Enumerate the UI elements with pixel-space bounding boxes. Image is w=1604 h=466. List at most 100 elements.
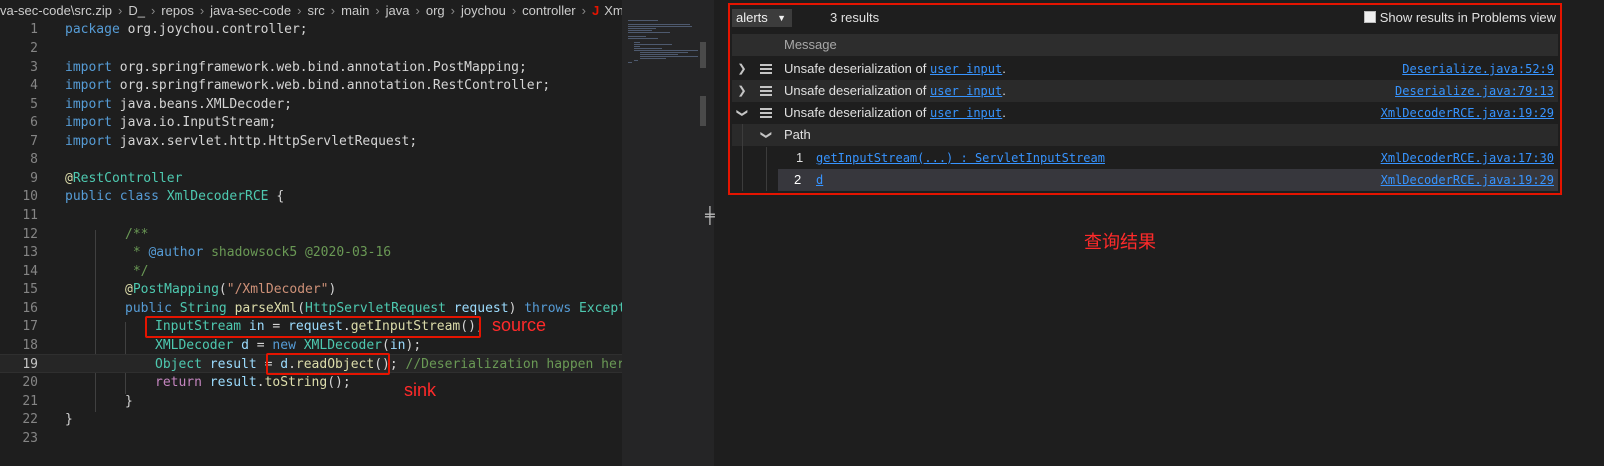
alert-message-text: Unsafe deserialization of: [784, 105, 930, 120]
alert-location-link[interactable]: Deserialize.java:52:9: [1402, 58, 1554, 80]
breadcrumb-item[interactable]: java: [386, 0, 410, 21]
breadcrumb-file[interactable]: XmlDecoderRCE.java: [604, 0, 622, 21]
breadcrumb-item[interactable]: va-sec-code\src.zip: [0, 0, 112, 21]
code-token: Exception: [579, 301, 622, 316]
breadcrumb-item[interactable]: D_: [128, 0, 145, 21]
alert-source-link[interactable]: user input: [930, 84, 1002, 98]
breadcrumb-item[interactable]: java-sec-code: [210, 0, 291, 21]
minimap-line: [628, 32, 670, 33]
breadcrumb-item[interactable]: org: [426, 0, 445, 21]
alert-source-link[interactable]: user input: [930, 106, 1002, 120]
alert-row[interactable]: ❯ Unsafe deserialization of user input. …: [732, 102, 1558, 124]
path-step-link[interactable]: getInputStream(...) : ServletInputStream: [816, 151, 1105, 165]
chevron-right-icon: ›: [581, 3, 586, 18]
code-line: 2: [0, 39, 622, 58]
path-step-number: 2: [794, 172, 802, 187]
path-row[interactable]: ❯ Path: [732, 124, 1558, 146]
chevron-right-icon: ›: [117, 3, 123, 18]
alert-message: Unsafe deserialization of user input.: [784, 58, 1006, 80]
sink-annotation: sink: [404, 380, 437, 400]
path-step-location-link[interactable]: XmlDecoderRCE.java:17:30: [1381, 147, 1554, 169]
alert-row[interactable]: ❯ Unsafe deserialization of user input. …: [732, 80, 1558, 102]
code-token: }: [125, 394, 133, 409]
column-header-message: Message: [784, 37, 837, 52]
line-number: 2: [30, 41, 38, 56]
path-step-row[interactable]: 1 getInputStream(...) : ServletInputStre…: [732, 147, 1558, 169]
breadcrumb-item[interactable]: main: [341, 0, 369, 21]
minimap-line: [640, 52, 688, 53]
scrollbar-thumb[interactable]: [700, 42, 706, 68]
path-step-location-link[interactable]: XmlDecoderRCE.java:19:29: [1381, 169, 1554, 191]
source-annotation: source: [492, 315, 547, 335]
code-token: .: [256, 375, 265, 390]
breadcrumb-item[interactable]: controller: [522, 0, 575, 21]
code-token: ): [508, 301, 525, 316]
code-token: @author: [148, 245, 204, 260]
code-token: import: [65, 60, 112, 75]
code-token: toString: [264, 375, 328, 390]
alert-message: Unsafe deserialization of user input.: [784, 80, 1006, 102]
path-step-link[interactable]: d: [816, 173, 823, 187]
checkbox[interactable]: [1363, 11, 1376, 23]
path-step-message: getInputStream(...) : ServletInputStream: [816, 147, 1105, 169]
minimap-line: [628, 30, 652, 31]
alert-message: Unsafe deserialization of user input.: [784, 102, 1006, 124]
chevron-right-icon[interactable]: ❯: [736, 58, 748, 80]
minimap-line: [628, 24, 690, 25]
code-line: 23: [0, 429, 622, 448]
code-line: 12 /**: [0, 225, 622, 244]
code-token: result: [209, 375, 257, 390]
minimap-line: [634, 42, 640, 43]
chevron-right-icon: ›: [415, 3, 420, 18]
code-editor[interactable]: va-sec-code\src.zip › D_ › repos › java-sec-co…: [0, 0, 622, 466]
code-line: 13 * @author shadowsock5 @2020-03-16: [0, 243, 622, 262]
chevron-down-icon[interactable]: ❯: [755, 129, 777, 141]
code-line: 9 @RestController: [0, 169, 622, 188]
line-number: 15: [22, 282, 38, 297]
code-token: XMLDecoder: [155, 338, 234, 353]
scrollbar-thumb[interactable]: [700, 96, 706, 126]
alert-source-link[interactable]: user input: [930, 62, 1002, 76]
code-token: request: [453, 301, 509, 316]
caret-down-icon: ▼: [777, 13, 786, 23]
alert-row[interactable]: ❯ Unsafe deserialization of user input. …: [732, 58, 1558, 80]
line-number: 18: [22, 338, 38, 353]
line-number: 6: [30, 115, 38, 130]
code-line: 11: [0, 206, 622, 225]
breadcrumb-item[interactable]: joychou: [461, 0, 506, 21]
code-line: 15 @PostMapping("/XmlDecoder"): [0, 280, 622, 299]
line-number: 1: [30, 22, 38, 37]
code-line: 5 import java.beans.XMLDecoder;: [0, 95, 622, 114]
breadcrumb-item[interactable]: src: [307, 0, 324, 21]
alert-location-link[interactable]: XmlDecoderRCE.java:19:29: [1381, 102, 1554, 124]
alert-message-text: .: [1002, 83, 1006, 98]
code-token: org.springframework.web.bind.annotation.…: [111, 60, 527, 75]
chevron-down-icon[interactable]: ❯: [731, 107, 753, 119]
minimap[interactable]: [622, 0, 714, 466]
path-step-row-selected[interactable]: 2 d XmlDecoderRCE.java:19:29: [778, 169, 1558, 191]
query-results-panel: alerts ▼ 3 results Show results in Probl…: [728, 3, 1562, 195]
line-number: 23: [22, 431, 38, 446]
breadcrumb-item[interactable]: repos: [161, 0, 194, 21]
java-file-icon: J: [591, 3, 600, 18]
list-icon: [760, 108, 772, 118]
result-set-dropdown[interactable]: alerts ▼: [732, 9, 792, 27]
code-token: ): [328, 282, 337, 297]
split-resize-icon[interactable]: ╪: [705, 208, 715, 224]
path-label: Path: [784, 127, 811, 142]
alert-location-link[interactable]: Deserialize.java:79:13: [1395, 80, 1554, 102]
code-token: org.springframework.web.bind.annotation.…: [111, 78, 551, 93]
minimap-line: [628, 62, 632, 63]
line-number: 12: [22, 227, 38, 242]
code-token: result: [209, 357, 257, 372]
code-token: );: [405, 338, 422, 353]
chevron-right-icon[interactable]: ❯: [736, 80, 748, 102]
show-in-problems-toggle[interactable]: Show results in Problems view: [1363, 9, 1556, 27]
code-token: /**: [125, 227, 149, 242]
breadcrumb: va-sec-code\src.zip › D_ › repos › java-sec-co…: [0, 0, 622, 21]
code-token: java.beans.XMLDecoder;: [111, 97, 292, 112]
code-token: in: [389, 338, 406, 353]
